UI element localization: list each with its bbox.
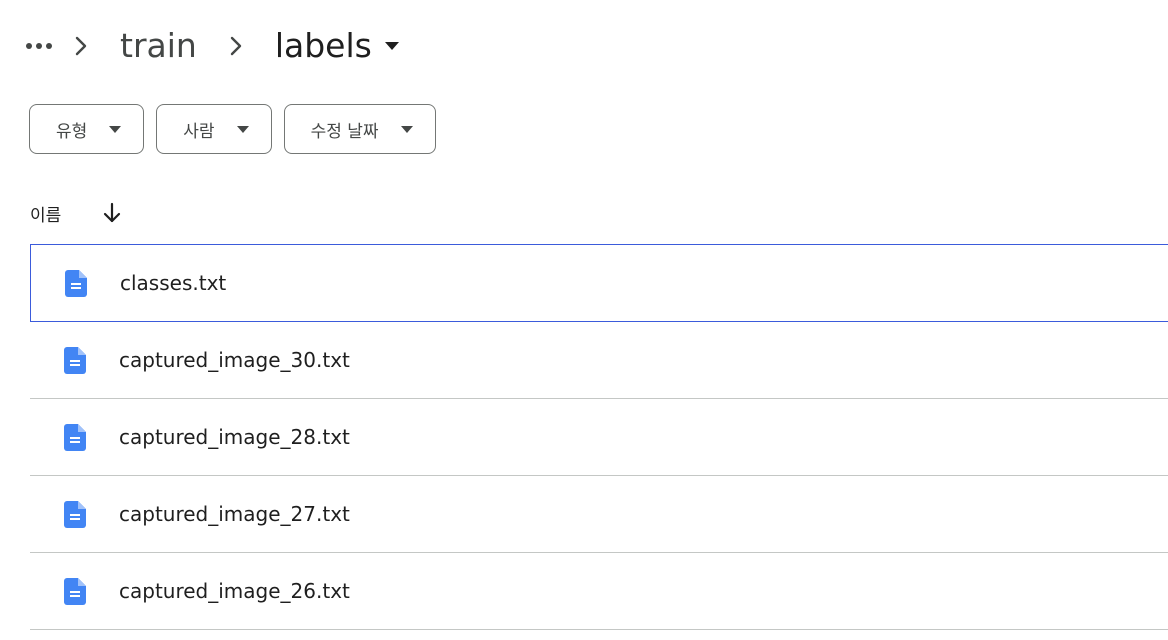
filter-people-chip[interactable]: 사람: [156, 104, 272, 154]
filter-people-label: 사람: [183, 121, 215, 142]
breadcrumb-current-folder[interactable]: labels: [261, 20, 404, 72]
chevron-right-icon: [211, 29, 261, 63]
file-name: captured_image_27.txt: [119, 502, 350, 526]
breadcrumb-item-train[interactable]: train: [106, 20, 211, 72]
name-column-label[interactable]: 이름: [30, 201, 61, 226]
filter-chips: 유형 사람 수정 날짜: [29, 104, 436, 154]
file-row[interactable]: captured_image_26.txt: [30, 553, 1168, 630]
file-row[interactable]: classes.txt: [30, 244, 1168, 322]
file-name: classes.txt: [120, 271, 227, 295]
document-icon: [62, 345, 88, 375]
document-icon: [63, 268, 89, 298]
arrow-drop-down-icon: [400, 125, 413, 133]
document-icon: [62, 422, 88, 452]
filter-type-chip[interactable]: 유형: [29, 104, 145, 154]
arrow-downward-icon[interactable]: [97, 198, 127, 228]
breadcrumb-current-label: labels: [274, 26, 372, 65]
arrow-drop-down-icon: [384, 41, 400, 51]
arrow-drop-down-icon: [236, 125, 249, 133]
drive-folder-view: train labels 유형 사람 수정 날짜 이름 classes.txt …: [0, 0, 1168, 640]
file-name: captured_image_30.txt: [119, 348, 350, 372]
breadcrumb: train labels: [22, 20, 404, 72]
filter-modified-label: 수정 날짜: [310, 121, 379, 142]
file-name: captured_image_28.txt: [119, 425, 350, 449]
chevron-right-icon: [56, 29, 106, 63]
list-header: 이름: [30, 196, 127, 230]
arrow-drop-down-icon: [109, 125, 122, 133]
file-row[interactable]: captured_image_28.txt: [30, 399, 1168, 476]
filter-type-label: 유형: [56, 121, 88, 142]
more-horiz-icon[interactable]: [22, 29, 56, 63]
document-icon: [62, 499, 88, 529]
file-row[interactable]: captured_image_30.txt: [30, 322, 1168, 399]
file-list: classes.txt captured_image_30.txt captur…: [30, 244, 1168, 630]
file-row[interactable]: captured_image_27.txt: [30, 476, 1168, 553]
filter-modified-chip[interactable]: 수정 날짜: [283, 104, 436, 154]
document-icon: [62, 576, 88, 606]
file-name: captured_image_26.txt: [119, 579, 350, 603]
